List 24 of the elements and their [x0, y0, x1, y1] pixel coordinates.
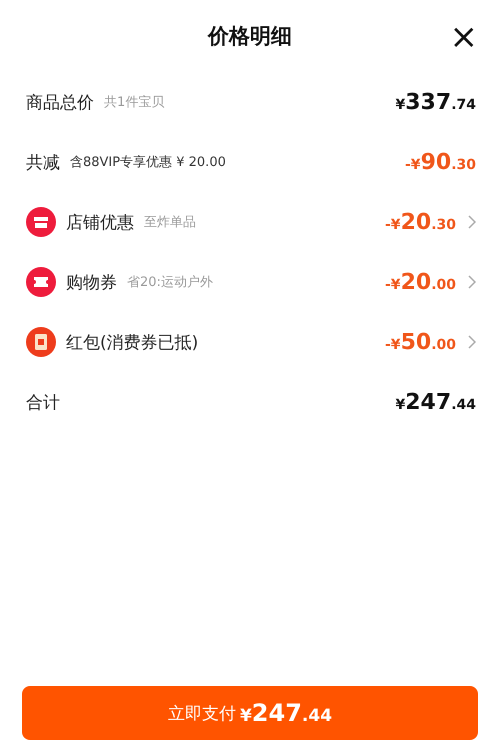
row-label: 商品总价 [26, 92, 94, 114]
row-label: 红包(消费券已抵) [66, 332, 198, 354]
amount: -¥20.30 [385, 210, 456, 234]
chevron-right-icon[interactable] [468, 275, 476, 289]
amount: ¥337.74 [396, 90, 476, 114]
row-label: 共减 [26, 152, 60, 174]
envelope-icon [26, 327, 56, 357]
row-note: 省20:运动户外 [127, 274, 213, 291]
row-label: 购物券 [66, 272, 117, 294]
amount: -¥50.00 [385, 330, 456, 354]
amount: -¥20.00 [385, 270, 456, 294]
chevron-right-icon[interactable] [468, 215, 476, 229]
row-label: 店铺优惠 [66, 212, 134, 234]
row-note: 至炸单品 [144, 214, 196, 231]
row-note: 共1件宝贝 [104, 94, 164, 111]
store-icon [26, 207, 56, 237]
close-button[interactable]: × [446, 20, 482, 54]
chevron-right-icon[interactable] [468, 335, 476, 349]
row-label: 合计 [26, 392, 60, 414]
dialog-title: 价格明细 [208, 23, 292, 50]
amount: ¥247.44 [396, 390, 476, 414]
row-note: 含88VIP专享优惠 ¥ 20.00 [70, 154, 226, 171]
amount: -¥90.30 [405, 150, 476, 174]
ticket-icon [26, 267, 56, 297]
